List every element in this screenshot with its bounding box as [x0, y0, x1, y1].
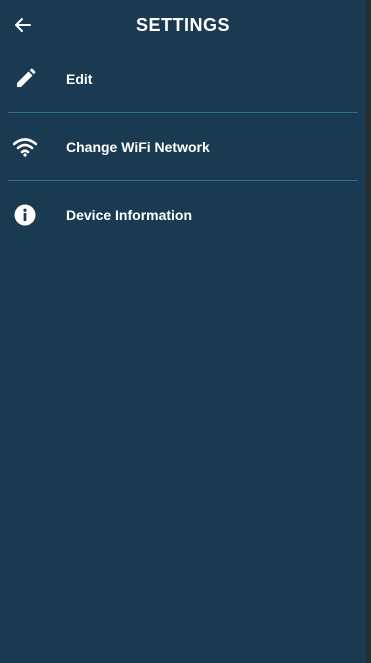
settings-screen: SETTINGS Edit Change WiFi Network Device… — [0, 0, 366, 663]
menu-item-edit[interactable]: Edit — [0, 45, 366, 112]
page-title: SETTINGS — [135, 15, 230, 35]
app-header: SETTINGS — [0, 0, 366, 50]
menu-item-label: Device Information — [66, 206, 193, 223]
wifi-icon — [13, 135, 37, 159]
pencil-icon — [13, 67, 37, 91]
settings-menu: Edit Change WiFi Network Device Informat… — [0, 45, 366, 248]
menu-item-label: Edit — [66, 70, 93, 87]
menu-item-label: Change WiFi Network — [66, 138, 210, 155]
window-edge — [366, 0, 371, 663]
info-icon — [13, 203, 37, 227]
menu-item-change-wifi[interactable]: Change WiFi Network — [0, 113, 366, 180]
menu-item-device-information[interactable]: Device Information — [0, 181, 366, 248]
